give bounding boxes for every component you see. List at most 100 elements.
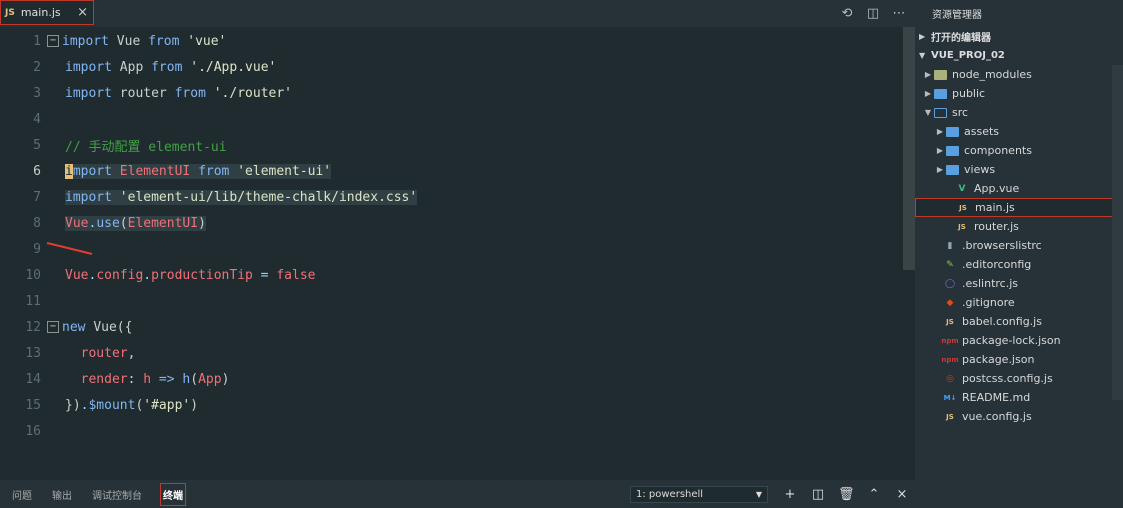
npm-icon: npm: [941, 355, 959, 364]
identifier: ElementUI: [127, 215, 199, 231]
tree-item[interactable]: ◯ .eslintrc.js: [915, 274, 1123, 293]
keyword: import: [62, 33, 109, 49]
tab-main-js[interactable]: JS main.js ×: [0, 0, 94, 25]
line-number: 4: [33, 111, 41, 127]
tree-item[interactable]: ▼ src: [915, 103, 1123, 122]
new-terminal-icon[interactable]: +: [782, 487, 798, 502]
code-line: 7 import 'element-ui/lib/theme-chalk/ind…: [0, 184, 903, 210]
keyword: import: [65, 59, 112, 75]
tree-item[interactable]: JS vue.config.js: [915, 407, 1123, 426]
chevron-down-icon: ▼: [924, 108, 932, 117]
punctuation: ,: [127, 345, 136, 361]
editor-scrollbar[interactable]: [903, 27, 915, 270]
tree-item-label: .browserslistrc: [962, 239, 1042, 252]
code-line: 9: [0, 236, 903, 262]
close-icon[interactable]: ×: [77, 5, 88, 20]
line-number: 9: [33, 241, 41, 257]
compare-icon[interactable]: ⟲: [839, 6, 855, 21]
string: './App.vue': [190, 59, 277, 75]
chevron-right-icon: ▶: [936, 127, 944, 136]
tree-item-label: package-lock.json: [962, 334, 1061, 347]
chevron-down-icon: ▼: [919, 51, 926, 60]
line-number: 13: [25, 345, 41, 361]
js-file-icon: JS: [959, 203, 967, 212]
tree-item[interactable]: JS main.js: [915, 198, 1123, 217]
line-number: 12: [25, 319, 41, 335]
tree-item-label: components: [964, 144, 1032, 157]
tree-item[interactable]: ◎ postcss.config.js: [915, 369, 1123, 388]
eslint-icon: ◯: [944, 278, 956, 289]
identifier: Vue: [65, 267, 89, 283]
comment-slashes: //: [65, 139, 81, 155]
property: config: [96, 267, 144, 283]
tree-item[interactable]: M↓ README.md: [915, 388, 1123, 407]
line-number: 14: [25, 371, 41, 387]
tree-item[interactable]: JS babel.config.js: [915, 312, 1123, 331]
tree-item-label: src: [952, 106, 969, 119]
sidebar-scrollbar[interactable]: [1112, 65, 1123, 400]
tree-item[interactable]: npm package-lock.json: [915, 331, 1123, 350]
terminal-select[interactable]: 1: powershell ▼: [630, 486, 768, 503]
tree-item-label: .eslintrc.js: [962, 277, 1019, 290]
maximize-panel-icon[interactable]: ⌃: [866, 487, 882, 502]
tree-item[interactable]: ✎ .editorconfig: [915, 255, 1123, 274]
tree-item[interactable]: ▶ public: [915, 84, 1123, 103]
npm-icon: npm: [941, 336, 959, 345]
terminal-select-value: 1: powershell: [636, 489, 704, 500]
tree-item-label: assets: [964, 125, 1000, 138]
tree-item-label: .gitignore: [962, 296, 1015, 309]
tree-item[interactable]: ▶ views: [915, 160, 1123, 179]
tab-problems[interactable]: 问题: [10, 484, 34, 505]
tree-item[interactable]: ▶ components: [915, 141, 1123, 160]
more-actions-icon[interactable]: ⋯: [891, 6, 907, 21]
chevron-right-icon: ▶: [919, 32, 926, 41]
project-header[interactable]: ▼ VUE_PROJ_02: [915, 46, 1123, 65]
line-number: 11: [25, 293, 41, 309]
open-editors-label: 打开的编辑器: [931, 33, 991, 44]
split-terminal-icon[interactable]: ◫: [810, 487, 826, 502]
line-number: 1: [33, 33, 41, 49]
markdown-icon: M↓: [943, 393, 957, 402]
folder-shape: [945, 164, 959, 175]
tree-item[interactable]: JS router.js: [915, 217, 1123, 236]
tab-label: main.js: [20, 6, 61, 19]
tab-output[interactable]: 输出: [50, 484, 74, 505]
tree-item[interactable]: ▶ node_modules: [915, 65, 1123, 84]
code-editor[interactable]: 1 − import Vue from 'vue' 2 import App f…: [0, 27, 903, 480]
identifier: App: [119, 59, 144, 75]
folder-shape: [945, 126, 959, 137]
tree-item[interactable]: npm package.json: [915, 350, 1123, 369]
tree-item[interactable]: V App.vue: [915, 179, 1123, 198]
line-number: 3: [33, 85, 41, 101]
explorer-title: 资源管理器: [932, 9, 982, 21]
comment: 手动配置 element-ui: [80, 139, 227, 155]
js-file-icon: JS: [946, 317, 954, 326]
folder-icon: [933, 88, 947, 100]
close-panel-icon[interactable]: ×: [894, 487, 910, 502]
punctuation: }): [65, 397, 81, 413]
open-editors-header[interactable]: ▶ 打开的编辑器: [915, 27, 1123, 46]
trash-icon[interactable]: 🗑: [838, 487, 855, 502]
punctuation: .: [143, 267, 152, 283]
editorconfig-icon: ✎: [946, 259, 954, 270]
boolean: false: [276, 267, 316, 283]
tab-terminal[interactable]: 终端: [160, 482, 186, 506]
string: '#app': [143, 397, 191, 413]
tree-item[interactable]: ◆ .gitignore: [915, 293, 1123, 312]
tab-debug-console[interactable]: 调试控制台: [90, 484, 144, 505]
tree-item[interactable]: ▶ assets: [915, 122, 1123, 141]
tree-item[interactable]: ▮ .browserslistrc: [915, 236, 1123, 255]
chevron-right-icon: ▶: [936, 146, 944, 155]
fold-toggle-icon[interactable]: −: [47, 321, 59, 333]
code-line: 16: [0, 418, 903, 444]
keyword: from: [151, 59, 183, 75]
string: 'vue': [187, 33, 227, 49]
folder-shape: [933, 69, 947, 80]
editor-area[interactable]: JS main.js × ⟲ ◫ ⋯ 1 − import Vue from '…: [0, 0, 915, 480]
code-line: 8 Vue.use(ElementUI): [0, 210, 903, 236]
fold-toggle-icon[interactable]: −: [47, 35, 59, 47]
tree-item-label: babel.config.js: [962, 315, 1042, 328]
keyword: new: [62, 319, 86, 335]
split-editor-icon[interactable]: ◫: [865, 6, 881, 21]
tree-item-label: .editorconfig: [962, 258, 1032, 271]
